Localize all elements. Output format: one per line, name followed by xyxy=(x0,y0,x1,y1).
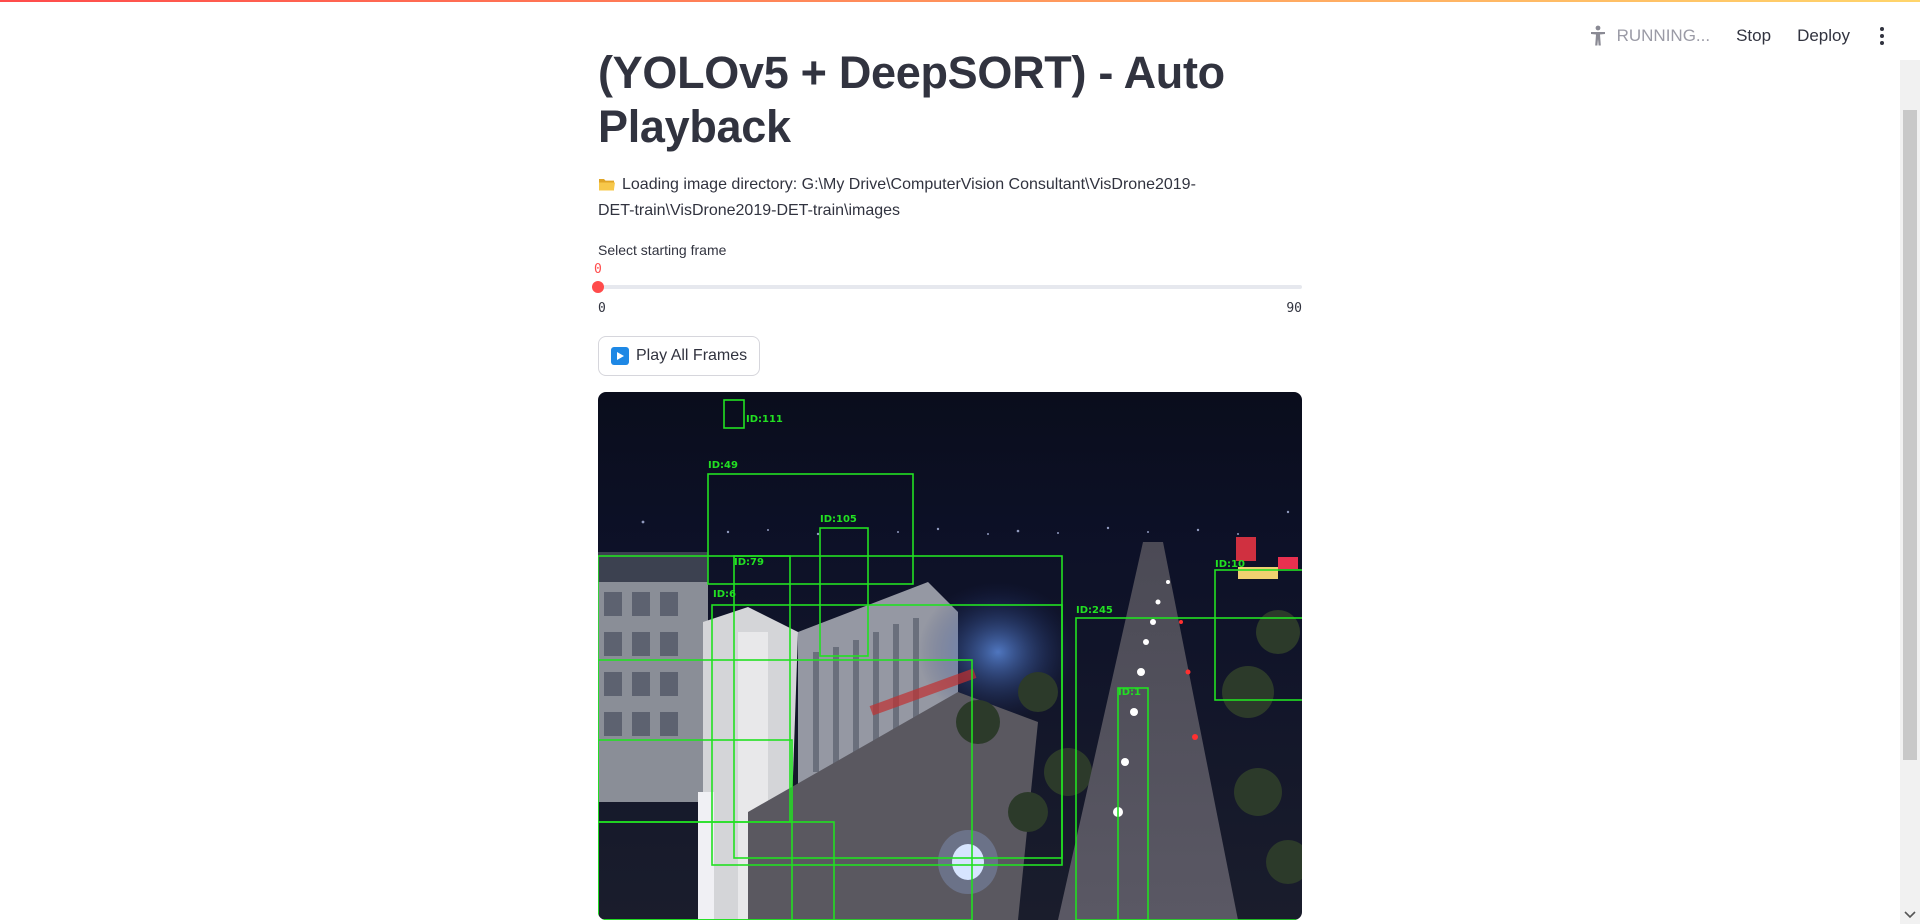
video-frame: ID:111 ID:49 ID:105 ID:79 ID:6 ID:245 ID… xyxy=(598,392,1302,920)
detection-label: ID:49 xyxy=(708,460,738,471)
running-status: RUNNING... xyxy=(1589,25,1711,47)
directory-text: Loading image directory: G:\My Drive\Com… xyxy=(598,176,1196,219)
slider-min-label: 0 xyxy=(598,301,606,316)
play-icon xyxy=(611,347,629,365)
app-toolbar: RUNNING... Stop Deploy xyxy=(1589,0,1920,72)
running-status-text: RUNNING... xyxy=(1616,26,1711,45)
directory-info: Loading image directory: G:\My Drive\Com… xyxy=(598,172,1218,224)
detection-label: ID:79 xyxy=(734,557,764,568)
stop-button[interactable]: Stop xyxy=(1736,26,1771,46)
scroll-down-arrow-icon[interactable] xyxy=(1904,910,1916,920)
detection-label: ID:6 xyxy=(713,589,736,600)
detection-label: ID:105 xyxy=(820,514,857,525)
slider-label: Select starting frame xyxy=(598,242,727,258)
play-all-frames-button[interactable]: Play All Frames xyxy=(598,336,761,376)
main-menu-kebab-icon[interactable] xyxy=(1872,27,1892,45)
deploy-button[interactable]: Deploy xyxy=(1797,26,1850,46)
play-button-label: Play All Frames xyxy=(636,347,748,364)
detection-label: ID:1 xyxy=(1118,687,1141,698)
slider-max-label: 90 xyxy=(1286,301,1302,316)
detection-label: ID:10 xyxy=(1215,559,1245,570)
folder-icon xyxy=(599,179,615,191)
scrollbar-thumb[interactable] xyxy=(1903,110,1917,760)
detection-label: ID:111 xyxy=(746,414,783,425)
running-figure-icon xyxy=(1590,25,1605,46)
frame-image: ID:111 ID:49 ID:105 ID:79 ID:6 ID:245 ID… xyxy=(598,392,1302,920)
page-title: (YOLOv5 + DeepSORT) - Auto Playback xyxy=(598,47,1225,152)
page-scrollbar[interactable] xyxy=(1900,60,1920,924)
slider-current-value: 0 xyxy=(594,262,602,277)
detection-label: ID:245 xyxy=(1076,605,1113,616)
slider-thumb[interactable] xyxy=(592,281,604,293)
frame-slider[interactable] xyxy=(592,281,1302,293)
